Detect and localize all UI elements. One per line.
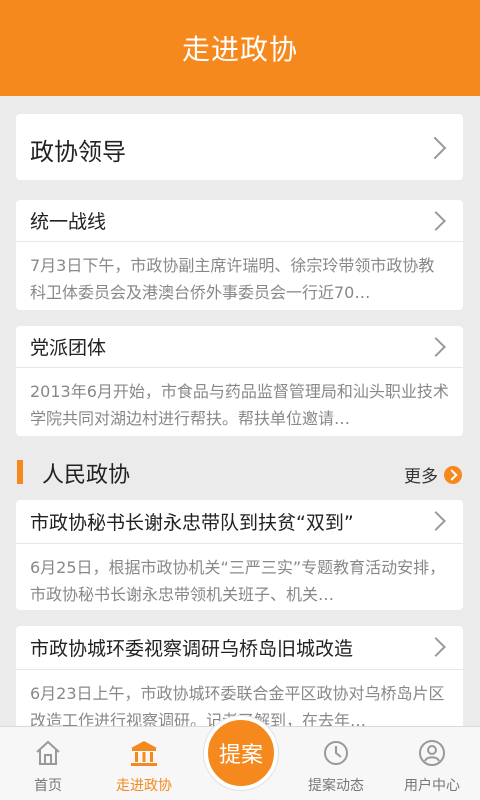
list-item[interactable]: 市政协秘书长谢永忠带队到扶贫“双到” 6月25日，根据市政协机关“三严三实”专题… (16, 500, 463, 610)
list-item[interactable]: 党派团体 2013年6月开始，市食品与药品监督管理局和汕头职业技术学院共同对湖边… (16, 326, 463, 436)
clock-icon (324, 741, 348, 765)
chevron-right-icon (423, 136, 447, 160)
card-snippet: 2013年6月开始，市食品与药品监督管理局和汕头职业技术学院共同对湖边村进行帮扶… (30, 382, 449, 428)
nav-item-proposals[interactable]: 提案动态 (288, 727, 384, 800)
section-header: 人民政协 更多 (0, 452, 480, 492)
app-root: 走进政协 政协领导 统一战线 7月3日下午，市政协副主席许瑞明、徐宗玲带领市政协… (0, 0, 480, 800)
article-title: 市政协秘书长谢永忠带队到扶贫“双到” (30, 512, 354, 534)
leadership-label: 政协领导 (30, 138, 126, 166)
section-accent-bar (17, 460, 23, 484)
chevron-right-icon (426, 637, 446, 657)
nav-label: 提案动态 (308, 778, 364, 794)
chevron-right-icon (426, 211, 446, 231)
nav-item-home[interactable]: 首页 (0, 727, 96, 800)
card-snippet: 7月3日下午，市政协副主席许瑞明、徐宗玲带领市政协教科卫体委员会及港澳台侨外事委… (30, 256, 435, 302)
card-title-row[interactable]: 统一战线 (16, 200, 463, 242)
proposal-button-label: 提案 (218, 743, 263, 768)
nav-label: 首页 (34, 778, 62, 794)
article-snippet: 6月25日，根据市政协机关“三严三实”专题教育活动安排，市政协秘书长谢永忠带领机… (30, 558, 446, 604)
card-title: 统一战线 (30, 211, 107, 233)
card-title-row[interactable]: 党派团体 (16, 326, 463, 368)
home-icon (36, 740, 60, 765)
nav-label: 用户中心 (404, 778, 460, 794)
more-label: 更多 (404, 467, 438, 487)
building-icon (131, 741, 157, 766)
card-title: 党派团体 (30, 337, 107, 359)
article-title-row[interactable]: 市政协秘书长谢永忠带队到扶贫“双到” (16, 500, 463, 544)
proposal-button[interactable]: 提案 (204, 716, 278, 790)
nav-label: 走进政协 (116, 778, 172, 794)
section-title: 人民政协 (42, 463, 131, 488)
nav-item-about[interactable]: 走进政协 (96, 727, 192, 800)
header-bar: 走进政协 (0, 0, 480, 96)
chevron-right-icon (426, 511, 446, 531)
more-link[interactable]: 更多 (404, 462, 462, 487)
list-item[interactable]: 统一战线 7月3日下午，市政协副主席许瑞明、徐宗玲带领市政协教科卫体委员会及港澳… (16, 200, 463, 310)
arrow-right-circle-icon (444, 465, 462, 484)
article-title-row[interactable]: 市政协城环委视察调研乌桥岛旧城改造 (16, 626, 463, 670)
page-title: 走进政协 (181, 33, 298, 66)
nav-item-user-center[interactable]: 用户中心 (384, 727, 480, 800)
chevron-right-icon (426, 337, 446, 357)
leadership-row[interactable]: 政协领导 (16, 114, 463, 180)
article-title: 市政协城环委视察调研乌桥岛旧城改造 (30, 638, 354, 660)
user-icon (419, 740, 445, 766)
